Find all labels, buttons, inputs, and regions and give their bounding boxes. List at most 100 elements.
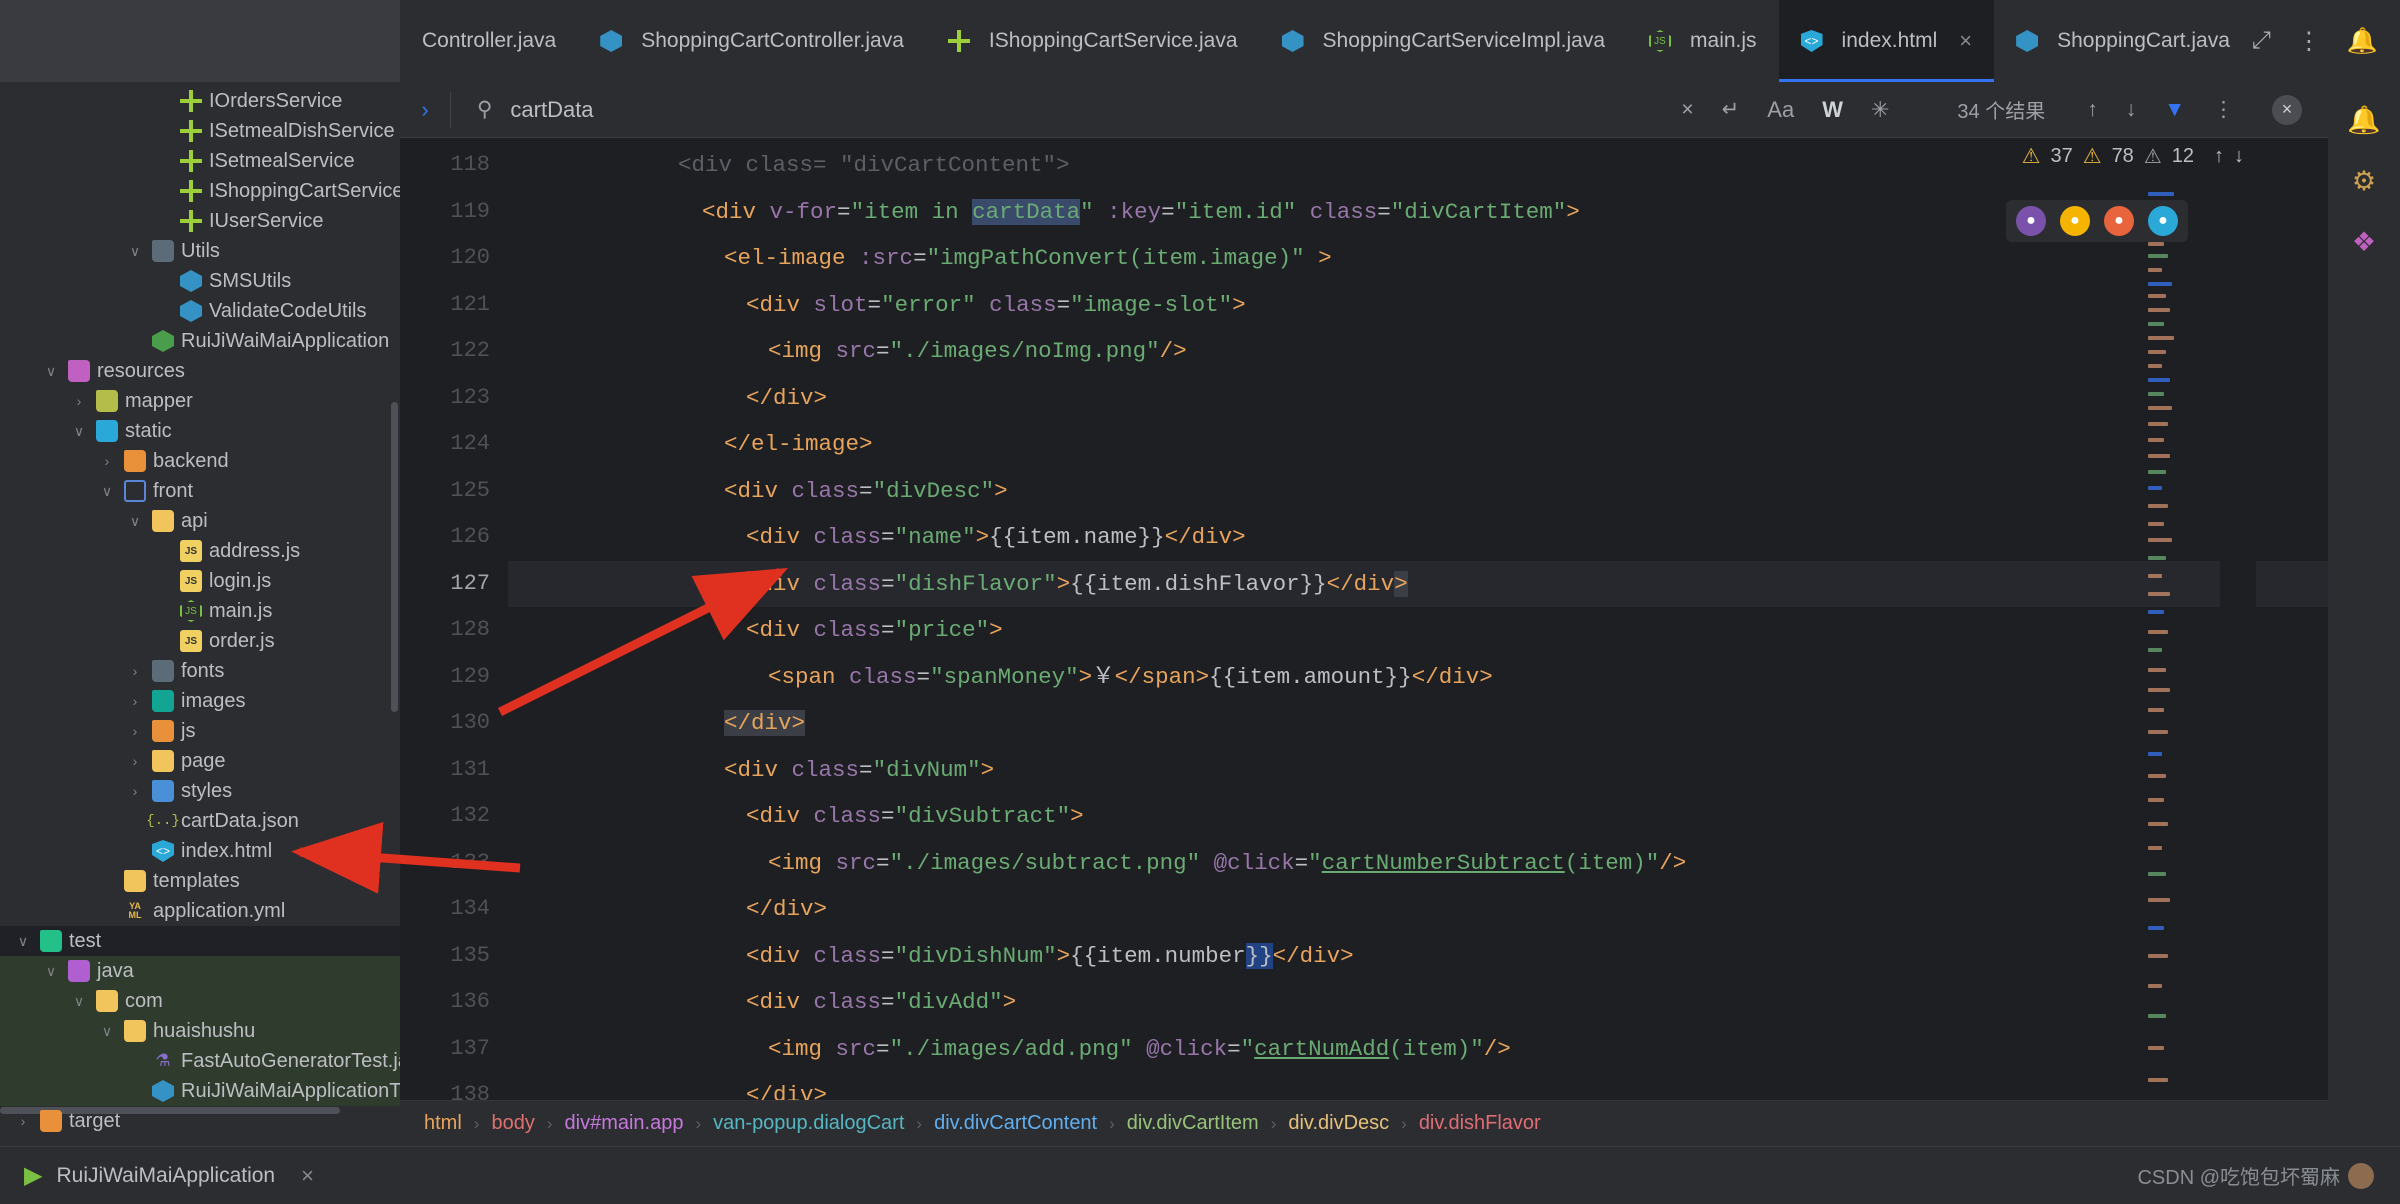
regex-toggle[interactable]: ✳ [1871, 97, 1889, 123]
chevron-down-icon[interactable]: ∨ [98, 1023, 116, 1040]
tree-item-smsutils[interactable]: SMSUtils [0, 266, 400, 296]
code-lines[interactable]: <div class= "divCartContent"> <div v-for… [508, 138, 2328, 1100]
project-tree-panel[interactable]: IOrdersServiceISetmealDishServiceISetmea… [0, 82, 400, 1146]
tree-item-test[interactable]: ∨test [0, 926, 400, 956]
breadcrumb[interactable]: html›body›div#main.app›van-popup.dialogC… [400, 1100, 2328, 1146]
breadcrumb-item[interactable]: html [418, 1112, 468, 1135]
tree-item-java[interactable]: ∨java [0, 956, 400, 986]
next-match-button[interactable]: ↓ [2126, 98, 2137, 122]
tree-item-utils[interactable]: ∨Utils [0, 236, 400, 266]
tree-item-iordersservice[interactable]: IOrdersService [0, 86, 400, 116]
tree-item-fonts[interactable]: ›fonts [0, 656, 400, 686]
tree-item-ishoppingcartservice[interactable]: IShoppingCartService [0, 176, 400, 206]
breadcrumb-item[interactable]: div#main.app [559, 1112, 690, 1135]
breadcrumb-item[interactable]: div.divCartItem [1121, 1112, 1265, 1135]
search-input-wrapper[interactable]: ⚲ cartData [451, 97, 1681, 123]
prev-match-button[interactable]: ↑ [2087, 98, 2098, 122]
notifications-icon[interactable]: 🔔 [2347, 104, 2381, 136]
chevron-down-icon[interactable]: ∨ [98, 483, 116, 500]
tree-item-cartdata-json[interactable]: {..}cartData.json [0, 806, 400, 836]
breadcrumb-item[interactable]: div.divDesc [1282, 1112, 1395, 1135]
tab-controller-java[interactable]: Controller.java [400, 0, 578, 82]
right-tool-rail[interactable]: 🔔 ⚙ ❖ [2328, 82, 2400, 1146]
browser-edge-icon[interactable]: ● [2148, 206, 2178, 236]
chevron-right-icon[interactable]: › [98, 453, 116, 469]
close-run-tab-icon[interactable]: × [301, 1163, 314, 1189]
clear-search-icon[interactable]: × [1681, 98, 1693, 122]
tree-item-front[interactable]: ∨front [0, 476, 400, 506]
tree-item-huaishushu[interactable]: ∨huaishushu [0, 1016, 400, 1046]
inspection-summary[interactable]: ⚠ 37 ⚠ 78 ⚠ 12 ↑ ↓ [2022, 144, 2244, 169]
tree-item-target[interactable]: ›target [0, 1106, 400, 1136]
tab-shoppingcart-java[interactable]: ShoppingCart.java [1994, 0, 2230, 82]
tree-item-isetmealservice[interactable]: ISetmealService [0, 146, 400, 176]
search-icon[interactable]: ⚲ [477, 97, 492, 122]
chevron-down-icon[interactable]: ∨ [14, 933, 32, 950]
tree-item-images[interactable]: ›images [0, 686, 400, 716]
browser-launch-bar[interactable]: ● ● ● ● [2006, 200, 2188, 242]
tree-item-mapper[interactable]: ›mapper [0, 386, 400, 416]
tree-item-ruijiwaimaiapplication[interactable]: RuiJiWaiMaiApplication [0, 326, 400, 356]
tab-close-icon[interactable]: × [1959, 28, 1972, 54]
run-configuration-name[interactable]: RuiJiWaiMaiApplication [56, 1164, 275, 1188]
chevron-right-icon[interactable]: › [70, 393, 88, 409]
newline-icon[interactable]: ↵ [1722, 97, 1740, 122]
more-vertical-icon[interactable]: ⋮ [2297, 27, 2321, 56]
code-editor[interactable]: 1181191201211221231241251261271281291301… [400, 138, 2328, 1100]
tree-item-ruijiwaimaiapplicationte[interactable]: RuiJiWaiMaiApplicationTe [0, 1076, 400, 1106]
find-more-icon[interactable]: ⋮ [2213, 97, 2234, 122]
chevron-down-icon[interactable]: ∨ [126, 243, 144, 260]
bell-icon[interactable]: 🔔 [2347, 27, 2378, 56]
tree-item-api[interactable]: ∨api [0, 506, 400, 536]
breadcrumb-item[interactable]: div.dishFlavor [1413, 1112, 1547, 1135]
prev-problem-button[interactable]: ↑ [2214, 145, 2224, 168]
browser-ie-icon[interactable]: ● [2016, 206, 2046, 236]
tree-item-address-js[interactable]: JSaddress.js [0, 536, 400, 566]
chevron-right-icon[interactable]: › [126, 753, 144, 769]
tree-item-resources[interactable]: ∨resources [0, 356, 400, 386]
match-case-toggle[interactable]: Aa [1767, 97, 1794, 123]
code-line-current[interactable]: <div class="dishFlavor">{{item.dishFlavo… [508, 561, 2328, 608]
tree-item-main-js[interactable]: JSmain.js [0, 596, 400, 626]
next-problem-button[interactable]: ↓ [2234, 145, 2244, 168]
chevron-down-icon[interactable]: ∨ [42, 363, 60, 380]
breadcrumb-item[interactable]: van-popup.dialogCart [707, 1112, 910, 1135]
breadcrumb-item[interactable]: body [485, 1112, 540, 1135]
tree-item-index-html[interactable]: <>index.html [0, 836, 400, 866]
maven-icon[interactable]: ❖ [2352, 227, 2376, 258]
tree-item-isetmealdishservice[interactable]: ISetmealDishService [0, 116, 400, 146]
tree-item-fastautogeneratortest-jav[interactable]: ⚗FastAutoGeneratorTest.jav [0, 1046, 400, 1076]
chevron-down-icon[interactable]: ∨ [70, 993, 88, 1010]
tree-item-login-js[interactable]: JSlogin.js [0, 566, 400, 596]
tab-ishoppingcartservice-java[interactable]: IShoppingCartService.java [926, 0, 1260, 82]
chevron-down-icon[interactable]: ∨ [70, 423, 88, 440]
database-icon[interactable]: ⚙ [2352, 166, 2376, 197]
filter-icon[interactable]: ▼ [2164, 98, 2185, 122]
tree-item-iuserservice[interactable]: IUserService [0, 206, 400, 236]
find-expand-icon[interactable]: › [400, 97, 450, 123]
tab-index-html[interactable]: <> index.html × [1779, 0, 1995, 82]
chevron-right-icon[interactable]: › [126, 783, 144, 799]
search-input[interactable]: cartData [510, 97, 593, 123]
tree-item-templates[interactable]: templates [0, 866, 400, 896]
tree-item-static[interactable]: ∨static [0, 416, 400, 446]
run-icon[interactable]: ▶ [24, 1161, 42, 1190]
tree-item-page[interactable]: ›page [0, 746, 400, 776]
tree-item-backend[interactable]: ›backend [0, 446, 400, 476]
expand-icon[interactable]: ⤢ [2252, 27, 2271, 55]
editor-minimap[interactable] [2146, 186, 2180, 1100]
tree-item-js[interactable]: ›js [0, 716, 400, 746]
tree-item-styles[interactable]: ›styles [0, 776, 400, 806]
tab-shoppingcartcontroller-java[interactable]: ShoppingCartController.java [578, 0, 926, 82]
chevron-right-icon[interactable]: › [126, 663, 144, 679]
chevron-down-icon[interactable]: ∨ [126, 513, 144, 530]
tab-main-js[interactable]: JS main.js [1627, 0, 1779, 82]
error-stripe[interactable] [2220, 138, 2256, 1100]
whole-words-toggle[interactable]: W [1822, 97, 1843, 123]
browser-chrome-icon[interactable]: ● [2060, 206, 2090, 236]
tree-item-order-js[interactable]: JSorder.js [0, 626, 400, 656]
tab-shoppingcartserviceimpl-java[interactable]: ShoppingCartServiceImpl.java [1260, 0, 1627, 82]
breadcrumb-item[interactable]: div.divCartContent [928, 1112, 1103, 1135]
tab-strip[interactable]: Controller.java ShoppingCartController.j… [400, 0, 2230, 82]
browser-firefox-icon[interactable]: ● [2104, 206, 2134, 236]
